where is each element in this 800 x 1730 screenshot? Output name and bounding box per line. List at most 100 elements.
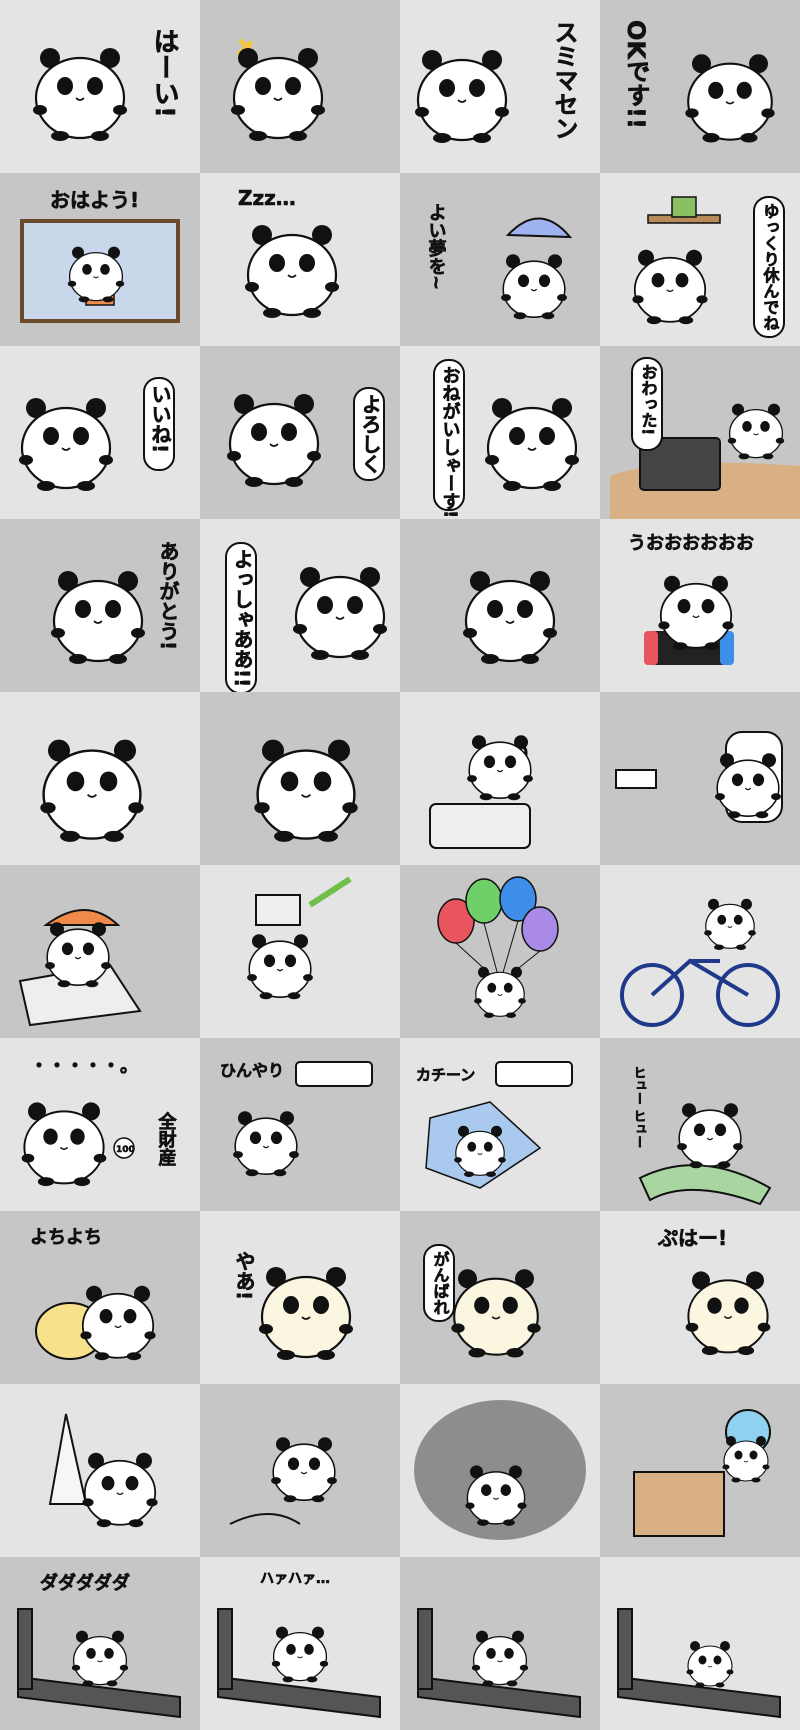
sticker-illustration (48, 1413, 158, 1528)
blanket (638, 1164, 772, 1206)
sticker-3[interactable]: スミマセン (400, 0, 600, 173)
sticker-39[interactable] (400, 1557, 600, 1730)
panda-character (485, 398, 579, 491)
sticker-illustration (247, 876, 352, 1000)
sticker-illustration: ゆっくり休んでね (632, 196, 785, 338)
sticker-caption: はーい! (149, 28, 179, 118)
sticker-caption: うおおおおおお (628, 533, 754, 554)
sticker-illustration: よっしゃああ!! (225, 542, 387, 692)
sticker-5[interactable]: おはよう! (0, 173, 200, 346)
sticker-28[interactable]: ヒュー ヒュー (600, 1038, 800, 1211)
sticker-8[interactable]: ゆっくり休んでね (600, 173, 800, 346)
sticker-37[interactable]: ダダダダダ (0, 1557, 200, 1730)
laptop (429, 803, 531, 849)
sticker-caption: よっしゃああ!! (230, 549, 254, 687)
kotatsu-desk (633, 1471, 725, 1537)
sticker-32[interactable]: ぷはー! (600, 1211, 800, 1384)
sticker-illustration: がんばれ (423, 1244, 541, 1358)
panda-character (685, 54, 775, 143)
sticker-36[interactable] (600, 1384, 800, 1557)
fortune-label: 全財産 (156, 1111, 178, 1167)
sticker-23[interactable] (400, 865, 600, 1038)
sticker-10[interactable]: よろしく (200, 346, 400, 519)
sticker-caption: スミマセン (550, 20, 578, 140)
panda-character (33, 48, 127, 141)
sticker-20[interactable] (600, 692, 800, 865)
panda-character (40, 739, 144, 842)
sticker-21[interactable] (0, 865, 200, 1038)
sticker-illustration: ぷはー! (657, 1226, 771, 1356)
sticker-24[interactable] (600, 865, 800, 1038)
sticker-12[interactable]: おわった! (600, 346, 800, 519)
sticker-caption: よろしく (358, 394, 382, 474)
panda-character (415, 50, 509, 143)
sticker-25[interactable]: ・・・・・。 100 全財産 (0, 1038, 200, 1211)
sticker-30[interactable]: やあ! (200, 1211, 400, 1384)
sticker-illustration: おねがいしゃーす! (433, 359, 579, 519)
soft-serve (48, 1413, 88, 1505)
panda-character (233, 1111, 299, 1177)
balloon (465, 878, 503, 924)
sticker-27[interactable]: カチーン (400, 1038, 600, 1211)
sticker-illustration: ヒュー ヒュー (630, 1066, 772, 1206)
sticker-illustration (463, 571, 557, 664)
sticker-illustration: カチーン (416, 1061, 573, 1189)
sticker-caption: がんばれ (431, 1250, 450, 1315)
sticker-34[interactable] (200, 1384, 400, 1557)
panda-character (71, 1630, 129, 1687)
sticker-illustration (417, 1608, 581, 1719)
panda-character (227, 394, 321, 487)
sticker-caption: やあ! (232, 1251, 256, 1301)
sticker-illustration: うおおおおおお (628, 533, 754, 665)
sticker-15[interactable] (400, 519, 600, 692)
sticker-illustration: スミマセン (415, 20, 578, 143)
sticker-31[interactable]: がんばれ (400, 1211, 600, 1384)
panda-character (685, 1271, 771, 1356)
sticker-33[interactable] (0, 1384, 200, 1557)
air-conditioner (295, 1061, 373, 1087)
sticker-illustration: いいね! (19, 377, 175, 491)
sticker-illustration: ひんやり (220, 1061, 373, 1177)
shopping-bag (255, 894, 301, 926)
sticker-9[interactable]: いいね! (0, 346, 200, 519)
sticker-35[interactable] (400, 1384, 600, 1557)
sticker-17[interactable] (0, 692, 200, 865)
panda-character (474, 966, 526, 1018)
teacup (671, 196, 697, 218)
sticker-13[interactable]: ありがとう! (0, 519, 200, 692)
sticker-1[interactable]: はーい! (0, 0, 200, 173)
sticker-22[interactable] (200, 865, 400, 1038)
sticker-caption: いいね! (148, 384, 172, 453)
panda-character (727, 403, 785, 460)
sticker-caption: カチーン (416, 1066, 475, 1084)
sticker-illustration: Zzz… (238, 186, 339, 318)
leek (308, 876, 352, 908)
sticker-2[interactable] (200, 0, 400, 173)
sticker-illustration: ハァハァ… (217, 1571, 381, 1719)
panda-character (293, 567, 387, 660)
sticker-26[interactable]: ひんやり (200, 1038, 400, 1211)
sticker-illustration (620, 898, 780, 1027)
panda-character (722, 1436, 770, 1483)
sticker-40[interactable] (600, 1557, 800, 1730)
sticker-19[interactable] (400, 692, 600, 865)
sticker-11[interactable]: おねがいしゃーす! (400, 346, 600, 519)
sticker-18[interactable] (200, 692, 400, 865)
sticker-29[interactable]: よちよち (0, 1211, 200, 1384)
sticker-4[interactable]: OKです!! (600, 0, 800, 173)
panda-character (271, 1437, 337, 1503)
sticker-14[interactable]: よっしゃああ!! (200, 519, 400, 692)
sticker-caption: ぷはー! (657, 1226, 727, 1250)
sticker-caption: よちよち (30, 1227, 102, 1248)
panda-character (471, 1630, 529, 1687)
sticker-illustration: ・・・・・。 100 全財産 (21, 1056, 178, 1187)
panda-character (254, 739, 358, 842)
panda-character (247, 934, 313, 1000)
panda-character (231, 48, 325, 141)
panda-character (21, 1102, 107, 1187)
sticker-16[interactable]: うおおおおおお (600, 519, 800, 692)
sticker-7[interactable]: よい夢を~ (400, 173, 600, 346)
sticker-6[interactable]: Zzz… (200, 173, 400, 346)
panda-character (245, 225, 339, 318)
sticker-38[interactable]: ハァハァ… (200, 1557, 400, 1730)
